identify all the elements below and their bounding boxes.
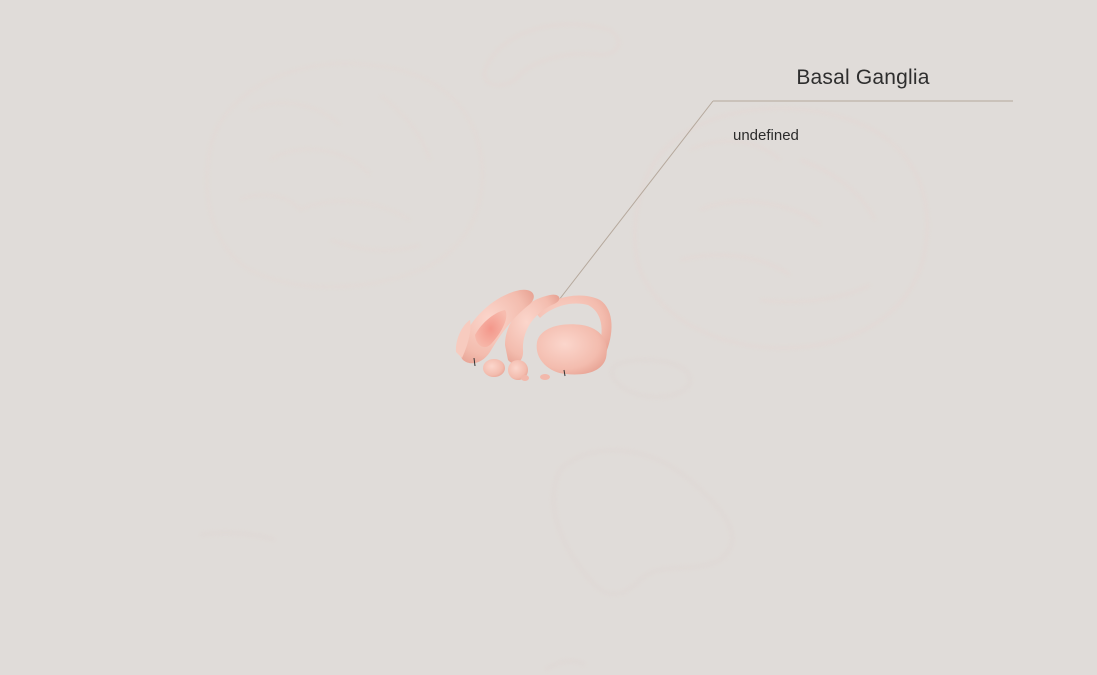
viewer-canvas[interactable]: Basal Ganglia undefined	[0, 0, 1097, 675]
ghost-brain-left	[206, 62, 484, 288]
small-nucleus-2	[521, 375, 529, 381]
annotation-title: Basal Ganglia	[796, 66, 930, 89]
annotation-description: undefined	[733, 127, 799, 144]
ghost-brainstem	[199, 358, 734, 672]
ghost-brain-right	[633, 107, 929, 350]
ghost-brain-top	[482, 22, 621, 87]
small-nucleus-1	[540, 374, 550, 380]
subthalamic-nucleus	[483, 359, 505, 377]
scene-svg	[199, 22, 1013, 672]
lentiform-nucleus	[536, 324, 607, 375]
basal-ganglia-model[interactable]	[455, 289, 612, 381]
